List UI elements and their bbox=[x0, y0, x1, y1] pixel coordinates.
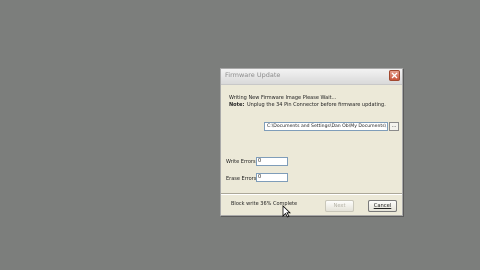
mouse-pointer-icon bbox=[282, 205, 291, 218]
note-label: Note: bbox=[229, 102, 245, 108]
close-icon bbox=[391, 72, 398, 79]
title-bar[interactable]: Firmware Update bbox=[221, 69, 402, 85]
next-button[interactable]: Next bbox=[325, 200, 354, 212]
cancel-button[interactable]: Cancel bbox=[368, 200, 397, 212]
firmware-update-dialog: Firmware Update Writing New Firmware Ima… bbox=[220, 68, 403, 216]
close-button[interactable] bbox=[389, 70, 400, 81]
separator bbox=[221, 193, 402, 195]
writing-message: Writing New Firmware Image Please Wait..… bbox=[229, 95, 337, 101]
write-errors-field[interactable]: 0 bbox=[256, 157, 288, 166]
firmware-path-input[interactable]: C:\Documents and Settings\Dan Ob\My Docu… bbox=[264, 122, 388, 131]
note-text: Unplug the 34 Pin Connector before firmw… bbox=[247, 102, 386, 108]
write-errors-label: Write Errors bbox=[226, 159, 256, 165]
dialog-title: Firmware Update bbox=[225, 71, 281, 79]
erase-errors-field[interactable]: 0 bbox=[256, 173, 288, 182]
erase-errors-label: Erase Errors bbox=[226, 176, 257, 182]
browse-button[interactable]: ... bbox=[389, 122, 399, 131]
